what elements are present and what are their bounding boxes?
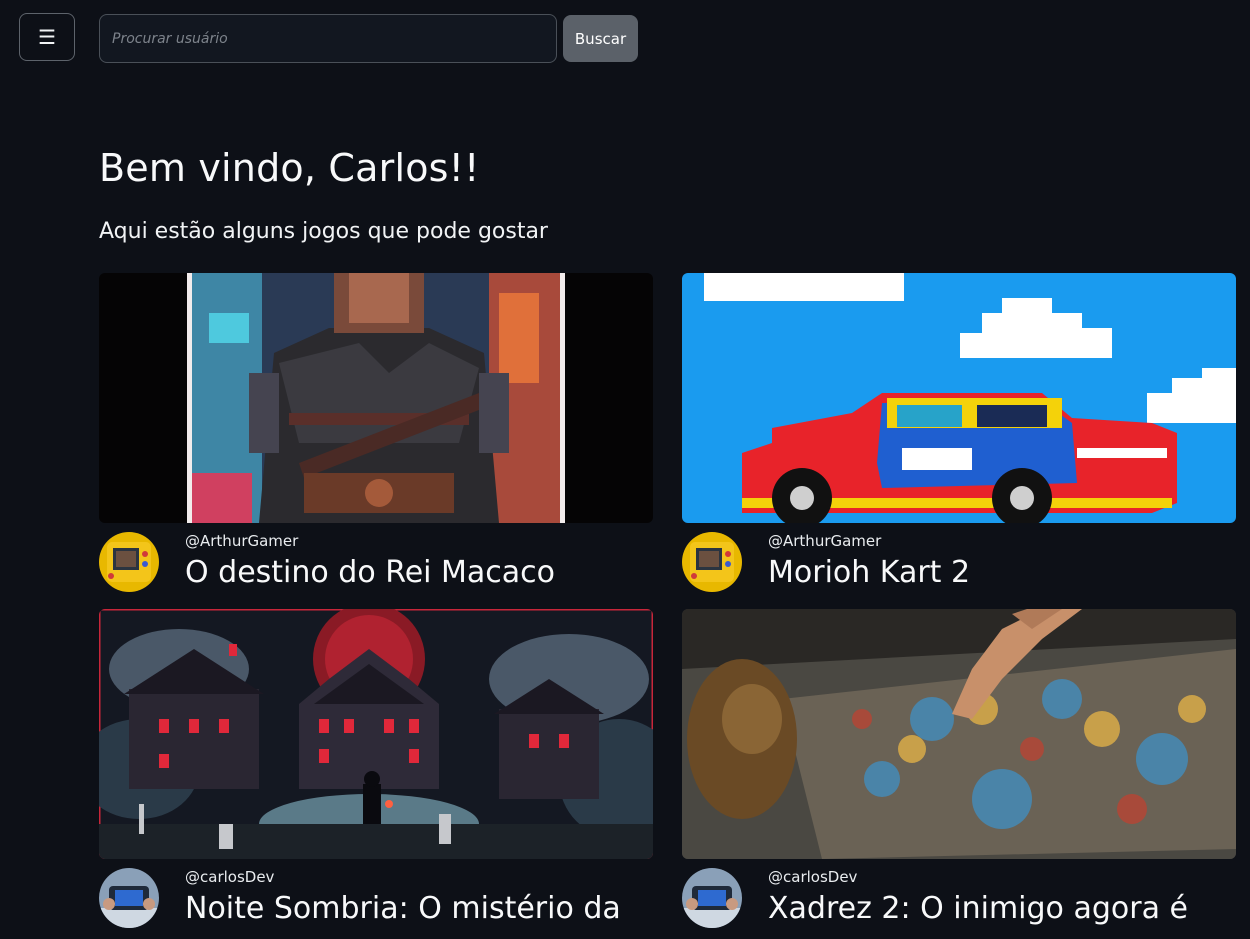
game-title[interactable]: Xadrez 2: O inimigo agora é — [768, 891, 1188, 926]
game-thumbnail[interactable] — [99, 273, 653, 523]
author-avatar[interactable] — [99, 868, 159, 928]
author-avatar[interactable] — [99, 532, 159, 592]
game-title[interactable]: O destino do Rei Macaco — [185, 555, 555, 590]
top-bar: ☰ Buscar — [0, 0, 1250, 80]
recommendations-subtitle: Aqui estão alguns jogos que pode gostar — [99, 219, 548, 244]
author-avatar[interactable] — [682, 868, 742, 928]
game-author[interactable]: @carlosDev — [185, 868, 274, 886]
game-thumbnail[interactable] — [682, 273, 1236, 523]
game-title[interactable]: Noite Sombria: O mistério da — [185, 891, 621, 926]
game-thumbnail[interactable] — [682, 609, 1236, 859]
search-input[interactable] — [99, 14, 557, 63]
game-thumbnail[interactable] — [99, 609, 653, 859]
hamburger-icon: ☰ — [38, 26, 56, 49]
author-avatar[interactable] — [682, 532, 742, 592]
game-card[interactable]: @carlosDev Noite Sombria: O mistério da — [99, 609, 653, 939]
menu-button[interactable]: ☰ — [19, 13, 75, 61]
welcome-heading: Bem vindo, Carlos!! — [99, 146, 480, 190]
game-author[interactable]: @carlosDev — [768, 868, 857, 886]
game-title[interactable]: Morioh Kart 2 — [768, 555, 970, 590]
game-card[interactable]: @ArthurGamer Morioh Kart 2 — [682, 273, 1236, 603]
game-author[interactable]: @ArthurGamer — [185, 532, 298, 550]
game-card[interactable]: @carlosDev Xadrez 2: O inimigo agora é — [682, 609, 1236, 939]
game-card[interactable]: @ArthurGamer O destino do Rei Macaco — [99, 273, 653, 603]
game-author[interactable]: @ArthurGamer — [768, 532, 881, 550]
search-button[interactable]: Buscar — [563, 15, 638, 62]
